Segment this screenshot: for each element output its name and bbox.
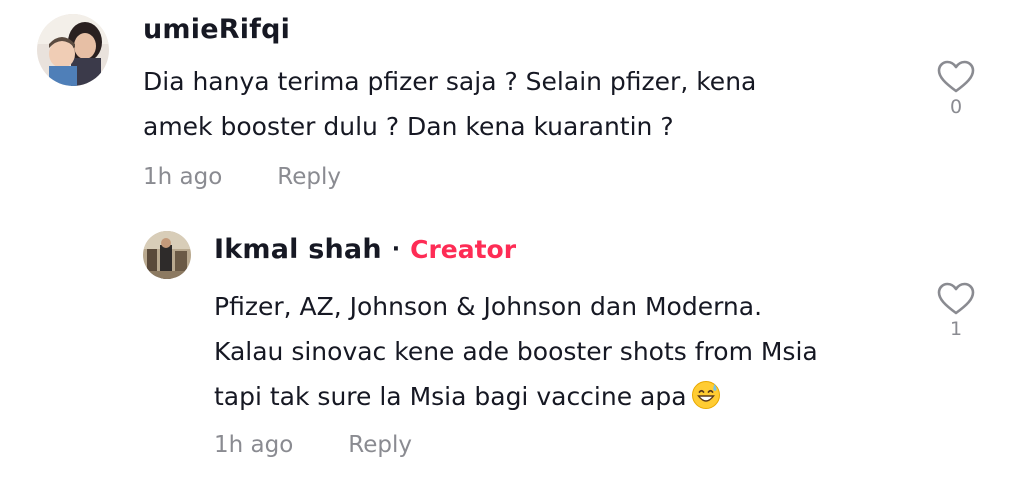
avatar[interactable]	[37, 14, 109, 86]
timestamp: 1h ago	[143, 164, 223, 190]
like-count: 1	[949, 318, 963, 340]
comment-text-line: Kalau sinovac kene ade booster shots fro…	[214, 337, 818, 366]
comment-text-line: Pfizer, AZ, Johnson & Johnson dan Modern…	[214, 292, 763, 321]
username-row: Ikmal shah · Creator	[214, 234, 516, 265]
reply-item: Ikmal shah · Creator Pfizer, AZ, Johnson…	[0, 210, 1014, 480]
comment-item: umieRifqi Dia hanya terima pfizer saja ?…	[0, 0, 1014, 210]
creator-badge: Creator	[410, 235, 517, 264]
heart-outline-icon	[937, 60, 975, 93]
reply-button[interactable]: Reply	[277, 164, 341, 190]
username[interactable]: umieRifqi	[143, 14, 290, 45]
avatar[interactable]	[143, 231, 191, 279]
reply-button[interactable]: Reply	[348, 432, 412, 458]
like-button[interactable]: 1	[936, 282, 976, 340]
comment-text: Dia hanya terima pfizer saja ? Selain pf…	[143, 59, 756, 149]
grinning-sweat-emoji	[691, 381, 720, 409]
comment-text: Pfizer, AZ, Johnson & Johnson dan Modern…	[214, 284, 818, 419]
comment-meta: 1h ago Reply	[214, 432, 412, 458]
like-button[interactable]: 0	[936, 60, 976, 118]
username-row: umieRifqi	[143, 14, 290, 45]
comment-text-line: Dia hanya terima pfizer saja ? Selain pf…	[143, 67, 757, 96]
comment-meta: 1h ago Reply	[143, 164, 341, 190]
comment-text-line-last: tapi tak sure la Msia bagi vaccine apa	[214, 374, 818, 419]
like-count: 0	[949, 96, 963, 118]
separator-dot: ·	[391, 237, 401, 262]
comment-text-line: tapi tak sure la Msia bagi vaccine apa	[214, 382, 687, 411]
heart-outline-icon	[937, 282, 975, 315]
timestamp: 1h ago	[214, 432, 294, 458]
comment-text-line: amek booster dulu ? Dan kena kuarantin ?	[143, 112, 674, 141]
username[interactable]: Ikmal shah	[214, 234, 382, 265]
